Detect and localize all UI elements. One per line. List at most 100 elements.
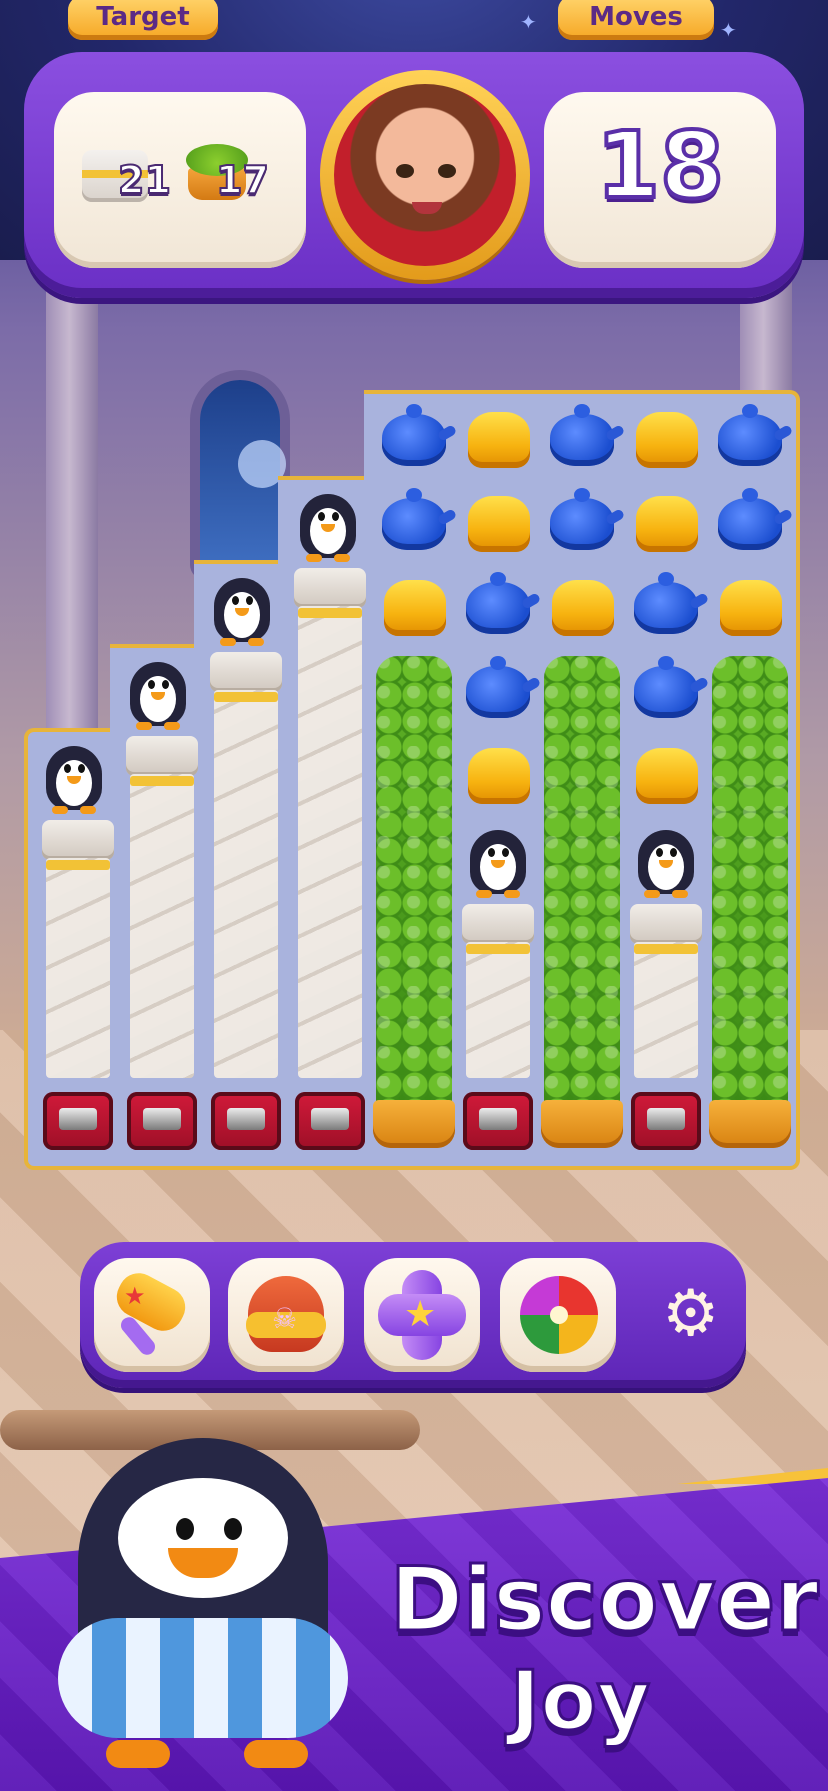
column-cap: [126, 736, 198, 776]
cake-tile: [468, 496, 530, 552]
board-cell[interactable]: [456, 650, 540, 734]
column-base: [631, 1092, 701, 1150]
teapot-tile: [634, 572, 698, 634]
player-avatar-frame[interactable]: [320, 70, 530, 280]
gear-icon[interactable]: ⚙: [662, 1282, 719, 1346]
penguin-tile[interactable]: [296, 490, 360, 564]
mascot-foot: [244, 1740, 308, 1768]
column-cap: [462, 904, 534, 944]
teapot-tile: [550, 404, 614, 466]
hedge-tile[interactable]: [712, 656, 788, 1106]
board-cell[interactable]: [540, 482, 624, 566]
star-icon: ★: [404, 1294, 437, 1335]
board-cell[interactable]: [456, 482, 540, 566]
pinwheel-center: [550, 1306, 568, 1324]
penguin-tile[interactable]: [210, 574, 274, 648]
target-label: Target: [68, 0, 218, 40]
marble-column[interactable]: [214, 690, 278, 1078]
teapot-tile: [382, 488, 446, 550]
column-band: [214, 692, 278, 702]
skull-icon: ☠: [272, 1302, 298, 1335]
penguin-tile[interactable]: [466, 826, 530, 900]
column-band: [298, 608, 362, 618]
column-band: [634, 944, 698, 954]
penguin-tile[interactable]: [42, 742, 106, 816]
board-cell[interactable]: [708, 566, 792, 650]
board-cell[interactable]: [456, 398, 540, 482]
tagline-line-2: Joy: [508, 1653, 651, 1751]
board-cell[interactable]: [540, 566, 624, 650]
marble-column[interactable]: [46, 858, 110, 1078]
board-cell[interactable]: [624, 398, 708, 482]
marble-column[interactable]: [130, 774, 194, 1078]
teapot-tile: [718, 488, 782, 550]
hammer-booster-button[interactable]: ★: [94, 1258, 210, 1372]
teapot-tile: [466, 656, 530, 718]
avatar-mouth: [412, 202, 442, 214]
mascot-face: [118, 1478, 288, 1598]
background-pillar: [46, 250, 98, 810]
hedge-tile[interactable]: [376, 656, 452, 1106]
column-cap: [42, 820, 114, 860]
cake-tile: [636, 412, 698, 468]
column-band: [130, 776, 194, 786]
swim-ring: [58, 1618, 348, 1738]
board-cell[interactable]: [372, 566, 456, 650]
cake-tile: [384, 580, 446, 636]
column-base: [463, 1092, 533, 1150]
board-cell[interactable]: [624, 650, 708, 734]
column-base: [127, 1092, 197, 1150]
mascot-eye: [176, 1518, 194, 1540]
hedge-goal-count: 17: [215, 157, 270, 203]
tagline-line-1: Discover: [389, 1547, 821, 1653]
board-cell[interactable]: [624, 734, 708, 818]
marble-column[interactable]: [466, 942, 530, 1078]
star-icon: ✦: [520, 10, 537, 34]
cross-blast-booster-button[interactable]: ★: [364, 1258, 480, 1372]
column-cap: [294, 568, 366, 608]
board-cell[interactable]: [708, 398, 792, 482]
mascot-eye: [224, 1518, 242, 1540]
pinwheel-booster-button[interactable]: [500, 1258, 616, 1372]
column-band: [466, 944, 530, 954]
board-cell[interactable]: [624, 566, 708, 650]
marble-column[interactable]: [298, 606, 362, 1078]
teapot-tile: [466, 572, 530, 634]
hedge-pot: [709, 1100, 791, 1148]
avatar-eye: [396, 164, 414, 178]
board-cell[interactable]: [372, 398, 456, 482]
pillar-goal-count: 21: [117, 157, 172, 203]
board-cell[interactable]: [540, 398, 624, 482]
star-icon: ✦: [720, 18, 737, 42]
cake-tile: [552, 580, 614, 636]
avatar-eye: [438, 164, 456, 178]
board-cell[interactable]: [372, 482, 456, 566]
cake-tile: [468, 412, 530, 468]
moves-count: 18: [594, 110, 726, 221]
column-base: [211, 1092, 281, 1150]
column-band: [46, 860, 110, 870]
board-cell[interactable]: [708, 482, 792, 566]
avatar: [334, 84, 516, 266]
hedge-pot: [541, 1100, 623, 1148]
board-cell[interactable]: [456, 566, 540, 650]
mascot-penguin: [48, 1418, 368, 1778]
bomb-booster-button[interactable]: ☠: [228, 1258, 344, 1372]
teapot-tile: [718, 404, 782, 466]
penguin-tile[interactable]: [126, 658, 190, 732]
moves-label: Moves: [558, 0, 714, 40]
mascot-foot: [106, 1740, 170, 1768]
penguin-tile[interactable]: [634, 826, 698, 900]
column-cap: [630, 904, 702, 944]
hedge-tile[interactable]: [544, 656, 620, 1106]
column-base: [43, 1092, 113, 1150]
cake-tile: [468, 748, 530, 804]
board-cell[interactable]: [456, 734, 540, 818]
star-icon: ★: [124, 1282, 146, 1310]
teapot-tile: [634, 656, 698, 718]
cake-tile: [636, 748, 698, 804]
hedge-pot: [373, 1100, 455, 1148]
marble-column[interactable]: [634, 942, 698, 1078]
column-cap: [210, 652, 282, 692]
board-cell[interactable]: [624, 482, 708, 566]
